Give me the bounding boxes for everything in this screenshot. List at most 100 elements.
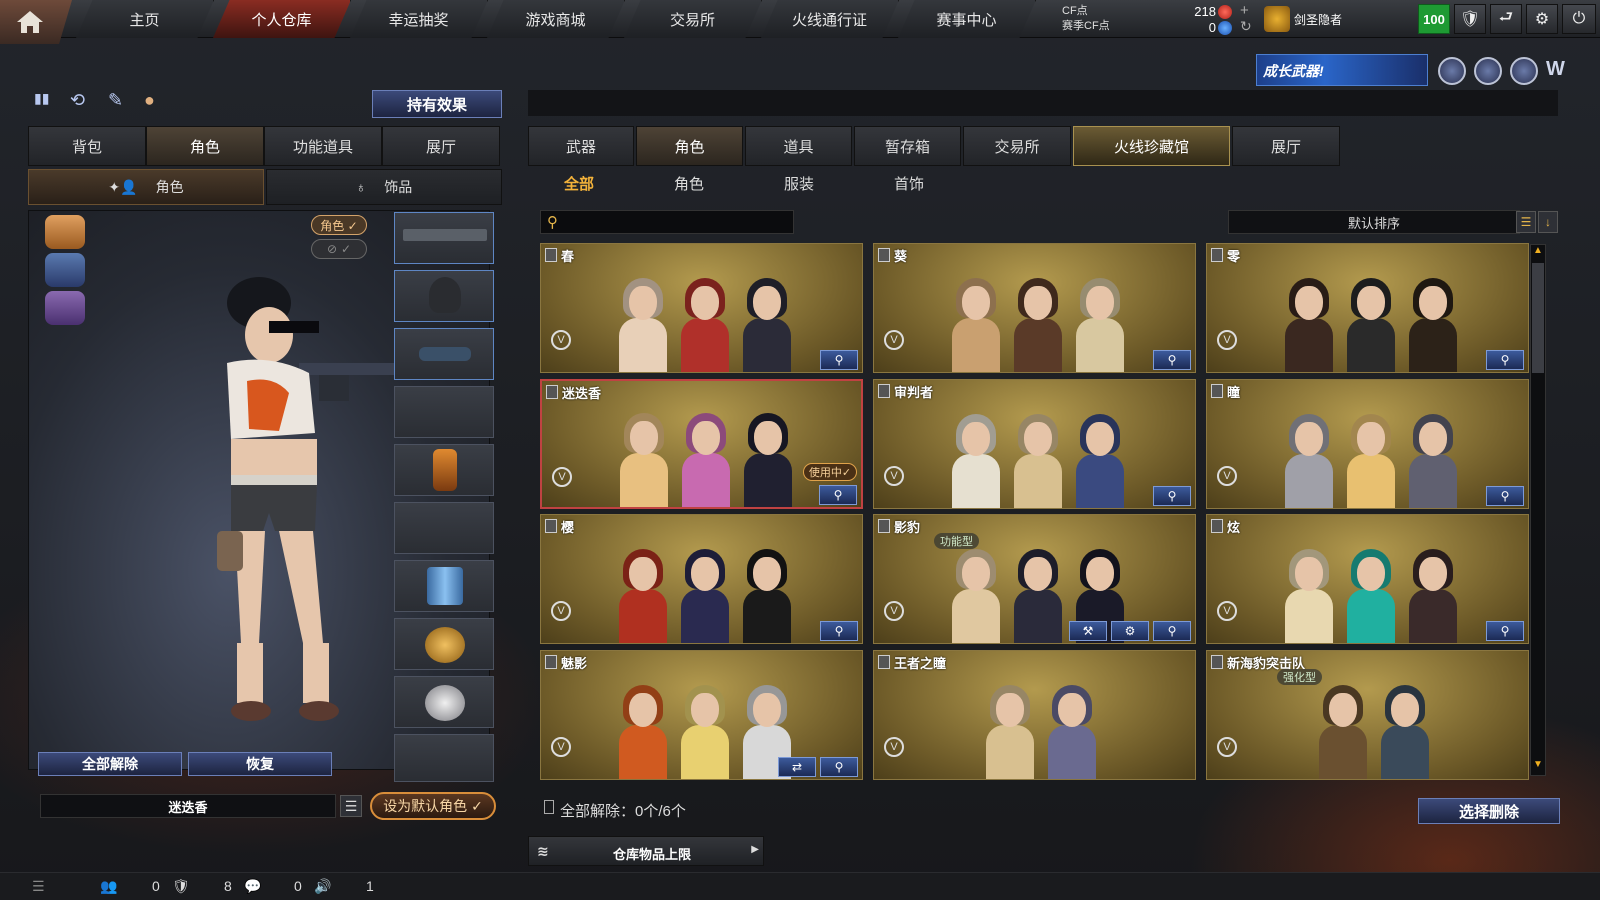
w-logo-icon[interactable]: W <box>1546 58 1565 81</box>
zoom-magnifier-icon[interactable]: ⚲ <box>1153 350 1191 370</box>
left-tab-1[interactable]: 角色 <box>146 126 264 166</box>
nav-tab-1[interactable]: 个人仓库 <box>213 0 351 38</box>
favorite-star-icon[interactable] <box>878 384 890 398</box>
chat-bubble-icon[interactable]: 💬 <box>244 878 261 895</box>
slot-vest[interactable] <box>394 386 494 438</box>
right-tab-4[interactable]: 交易所 <box>963 126 1071 166</box>
right-tab-3[interactable]: 暂存箱 <box>854 126 961 166</box>
slot-goggles[interactable] <box>394 328 494 380</box>
refresh-icon[interactable]: ↻ <box>1240 18 1252 35</box>
scroll-up-icon[interactable]: ▲ <box>1531 245 1545 261</box>
left-tab-2[interactable]: 功能道具 <box>264 126 382 166</box>
rotate-icon[interactable]: ⟲ <box>70 90 94 114</box>
character-card[interactable]: 葵 V ⚲ <box>873 243 1196 373</box>
favorite-star-icon[interactable] <box>545 655 557 669</box>
list-menu-icon[interactable]: ☰ <box>340 795 362 817</box>
zoom-magnifier-icon[interactable]: ⚲ <box>820 350 858 370</box>
crossed-weapons-icon[interactable] <box>1510 57 1538 85</box>
zoom-magnifier-icon[interactable]: ⚲ <box>1486 350 1524 370</box>
zoom-magnifier-icon[interactable]: ⚲ <box>1153 621 1191 641</box>
scroll-down-icon[interactable]: ▼ <box>1531 759 1545 775</box>
power-icon[interactable]: ⏻ <box>1562 4 1596 34</box>
shield-icon[interactable]: 🛡 <box>1454 4 1486 34</box>
subtab-role[interactable]: ✦👤 角色 <box>28 169 264 205</box>
favorite-star-icon[interactable] <box>545 519 557 533</box>
favorite-star-icon[interactable] <box>878 519 890 533</box>
slot-helmet[interactable] <box>394 270 494 322</box>
mask-badge-icon[interactable] <box>45 253 85 287</box>
slot-backpack[interactable] <box>394 444 494 496</box>
filter-2[interactable]: 服装 <box>784 173 814 194</box>
zoom-magnifier-icon[interactable]: ⚲ <box>820 621 858 641</box>
subtab-accessory[interactable]: ♁ 饰品 <box>266 169 502 205</box>
hide-toggle[interactable]: ⊘ ✓ <box>311 239 367 259</box>
right-tab-5[interactable]: 火线珍藏馆 <box>1073 126 1230 166</box>
speaker-icon[interactable]: 🔊 <box>314 878 331 895</box>
set-default-character-button[interactable]: 设为默认角色 ✓ <box>370 792 496 820</box>
role-toggle[interactable]: 角色 ✓ <box>311 215 367 235</box>
slot-primary-weapon[interactable] <box>394 212 494 264</box>
scroll-thumb[interactable] <box>1532 263 1544 373</box>
add-cf-icon[interactable]: + <box>1240 2 1249 19</box>
sort-dropdown[interactable]: 默认排序 <box>1228 210 1520 234</box>
character-card[interactable]: 樱 V ⚲ <box>540 514 863 644</box>
dye-icon[interactable]: ✎ <box>108 90 132 114</box>
filter-0[interactable]: 全部 <box>564 173 594 194</box>
gear-icon[interactable]: ⚙ <box>1526 4 1558 34</box>
nav-tab-3[interactable]: 游戏商城 <box>487 0 625 38</box>
favorite-star-icon[interactable] <box>546 385 558 399</box>
character-card[interactable]: 瞳 V ⚲ <box>1206 379 1529 509</box>
status-menu-icon[interactable]: ☰ <box>32 878 45 895</box>
exit-room-icon[interactable]: ⮐ <box>1490 4 1522 34</box>
scrollbar[interactable]: ▲ ▼ <box>1530 244 1546 776</box>
sort-list-icon[interactable]: ☰ <box>1516 211 1536 233</box>
zoom-magnifier-icon[interactable]: ⚲ <box>820 757 858 777</box>
search-input[interactable]: ⚲ <box>540 210 794 234</box>
bird-badge-icon[interactable] <box>45 291 85 325</box>
left-tab-0[interactable]: 背包 <box>28 126 146 166</box>
right-tab-1[interactable]: 角色 <box>636 126 743 166</box>
favorite-star-icon[interactable] <box>878 655 890 669</box>
holding-effect-button[interactable]: 持有效果 <box>372 90 502 118</box>
character-card[interactable]: 春 V ⚲ <box>540 243 863 373</box>
zoom-magnifier-icon[interactable]: ⚲ <box>1486 486 1524 506</box>
slot-canister[interactable] <box>394 560 494 612</box>
character-card[interactable]: 迷迭香 V ⚲ 使用中✓ <box>540 379 863 509</box>
left-tab-3[interactable]: 展厅 <box>382 126 500 166</box>
globe-icon[interactable] <box>1474 57 1502 85</box>
favorite-star-icon[interactable] <box>1211 519 1223 533</box>
character-card[interactable]: 新海豹突击队 强化型 V <box>1206 650 1529 780</box>
nav-tab-4[interactable]: 交易所 <box>624 0 762 38</box>
mouse-icon[interactable]: ● <box>144 90 168 114</box>
slot-armor[interactable] <box>394 502 494 554</box>
favorite-star-icon[interactable] <box>1211 384 1223 398</box>
character-card[interactable]: 影豹 功能型 V ⚲ ⚒ ⚙ <box>873 514 1196 644</box>
growth-weapon-banner[interactable]: 成长武器! <box>1256 54 1428 86</box>
nav-tab-2[interactable]: 幸运抽奖 <box>350 0 488 38</box>
slot-emblem-silver[interactable] <box>394 676 494 728</box>
slot-emblem-gold[interactable] <box>394 618 494 670</box>
right-tab-6[interactable]: 展厅 <box>1232 126 1340 166</box>
right-tab-0[interactable]: 武器 <box>528 126 634 166</box>
zoom-magnifier-icon[interactable]: ⚲ <box>1153 486 1191 506</box>
character-card[interactable]: 审判者 V ⚲ <box>873 379 1196 509</box>
nav-tab-5[interactable]: 火线通行证 <box>761 0 899 38</box>
filter-1[interactable]: 角色 <box>674 173 704 194</box>
swap-icon[interactable]: ⇄ <box>778 757 816 777</box>
select-delete-button[interactable]: 选择删除 <box>1418 798 1560 824</box>
tool-icon[interactable]: ⚒ <box>1069 621 1107 641</box>
favorite-star-icon[interactable] <box>545 248 557 262</box>
vip-level-badge[interactable]: 100 <box>1418 4 1450 34</box>
nav-tab-6[interactable]: 赛事中心 <box>898 0 1036 38</box>
character-card[interactable]: 炫 V ⚲ <box>1206 514 1529 644</box>
zoom-magnifier-icon[interactable]: ⚲ <box>1486 621 1524 641</box>
filter-3[interactable]: 首饰 <box>894 173 924 194</box>
slot-ring[interactable] <box>394 734 494 782</box>
wolf-badge-icon[interactable] <box>45 215 85 249</box>
settings-gear-icon[interactable]: ⚙ <box>1111 621 1149 641</box>
guild-shield-icon[interactable]: 🛡 <box>172 878 190 895</box>
stats-icon[interactable]: ▮▮ <box>34 90 58 114</box>
favorite-star-icon[interactable] <box>1211 655 1223 669</box>
favorite-star-icon[interactable] <box>878 248 890 262</box>
unequip-all-button[interactable]: 全部解除 <box>38 752 182 776</box>
